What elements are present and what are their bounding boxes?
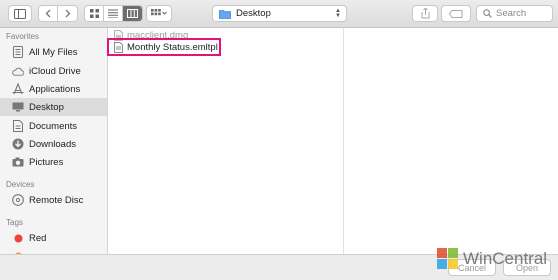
disc-icon xyxy=(12,194,24,206)
sidebar-item-label: All My Files xyxy=(29,46,78,58)
chevron-left-icon xyxy=(45,9,51,18)
camera-icon xyxy=(12,156,24,168)
arrange-grid-icon xyxy=(151,9,167,16)
sidebar-item-remote-disc[interactable]: Remote Disc xyxy=(0,191,107,209)
column-view-button[interactable] xyxy=(123,6,142,21)
sidebar-item-label: Documents xyxy=(29,120,78,132)
sidebar-item-icloud-drive[interactable]: iCloud Drive xyxy=(0,62,107,80)
tags-button[interactable] xyxy=(441,5,471,22)
search-field[interactable]: Search xyxy=(476,5,553,22)
location-label: Desktop xyxy=(236,8,271,19)
preview-column xyxy=(344,28,558,254)
list-icon xyxy=(108,9,118,18)
sidebar-item-all-my-files[interactable]: All My Files xyxy=(0,43,107,61)
watermark-text: WinCentral xyxy=(463,248,548,268)
icon-view-button[interactable] xyxy=(85,6,104,21)
sidebar: Favorites All My Files iCloud Drive Appl… xyxy=(0,28,108,254)
list-view-button[interactable] xyxy=(104,6,123,21)
back-button[interactable] xyxy=(39,6,58,21)
sidebar-item-tag-next[interactable] xyxy=(0,247,107,254)
sidebar-item-desktop[interactable]: Desktop xyxy=(0,98,107,116)
document-icon xyxy=(12,120,24,132)
selection-highlight-box xyxy=(107,38,221,56)
location-dropdown[interactable]: Desktop ▲ ▼ xyxy=(212,5,347,22)
sidebar-item-label: Desktop xyxy=(29,101,64,113)
all-files-icon xyxy=(12,46,24,58)
up-down-chevron-icon: ▲ ▼ xyxy=(335,8,341,19)
tags-heading: Tags xyxy=(6,218,23,227)
devices-heading: Devices xyxy=(6,180,35,189)
red-tag-dot-icon xyxy=(12,232,24,244)
sidebar-item-label: Remote Disc xyxy=(29,194,84,206)
chevron-right-icon xyxy=(65,9,70,18)
windows-logo-icon xyxy=(437,248,458,269)
sidebar-item-label: Pictures xyxy=(29,156,64,168)
share-button[interactable] xyxy=(412,5,438,22)
toolbar: Desktop ▲ ▼ Search xyxy=(0,0,558,28)
file-column: macclient.dmg Monthly Status.emltpl xyxy=(108,28,344,254)
sidebar-item-tag-red[interactable]: Red xyxy=(0,229,107,247)
cloud-icon xyxy=(12,65,24,77)
search-icon xyxy=(483,9,492,18)
sidebar-toggle-icon xyxy=(14,8,26,19)
folder-icon xyxy=(219,9,231,19)
sidebar-item-downloads[interactable]: Downloads xyxy=(0,135,107,153)
search-placeholder: Search xyxy=(496,8,527,19)
sidebar-toggle-button[interactable] xyxy=(8,5,32,22)
view-mode-switcher xyxy=(84,5,143,22)
columns-icon xyxy=(127,9,138,18)
sidebar-item-applications[interactable]: Applications xyxy=(0,80,107,98)
sidebar-item-pictures[interactable]: Pictures xyxy=(0,153,107,171)
applications-icon xyxy=(12,83,24,95)
forward-button[interactable] xyxy=(58,6,77,21)
nav-buttons xyxy=(38,5,78,22)
wincentral-watermark: WinCentral xyxy=(437,248,547,269)
favorites-heading: Favorites xyxy=(6,32,39,41)
sidebar-item-label: Red xyxy=(29,232,47,244)
desktop-icon xyxy=(12,101,24,113)
share-icon xyxy=(421,8,429,19)
tag-icon xyxy=(449,9,463,18)
sidebar-item-label: iCloud Drive xyxy=(29,65,81,77)
sidebar-item-label: Downloads xyxy=(29,138,76,150)
sidebar-item-documents[interactable]: Documents xyxy=(0,117,107,135)
sidebar-item-label: Applications xyxy=(29,83,81,95)
grid-icon xyxy=(89,9,99,18)
download-icon xyxy=(12,138,24,150)
arrange-button[interactable] xyxy=(146,5,172,22)
